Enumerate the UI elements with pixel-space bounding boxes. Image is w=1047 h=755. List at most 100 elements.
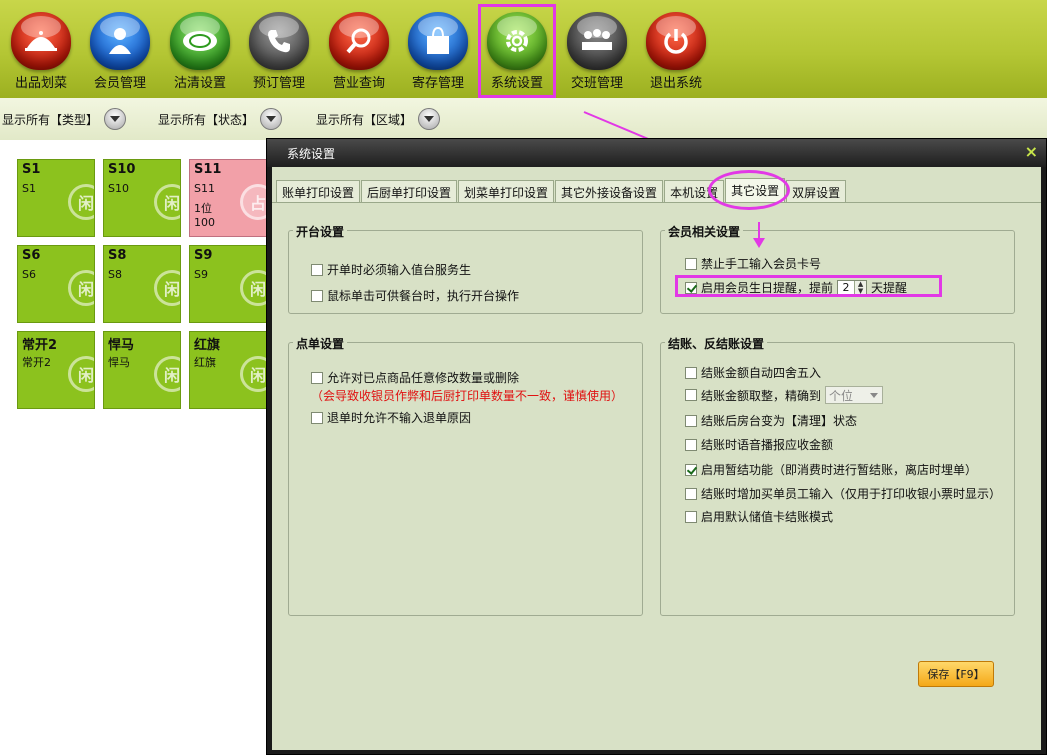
toolbar-storage-button[interactable]: 寄存管理 bbox=[399, 8, 477, 92]
table-status-stamp: 占 bbox=[240, 184, 266, 220]
group-title: 结账、反结账设置 bbox=[665, 335, 768, 352]
table-code: S8 bbox=[108, 268, 122, 281]
option-label: 禁止手工输入会员卡号 bbox=[701, 257, 822, 271]
table-tile[interactable]: 红旗 红旗 闲 bbox=[189, 331, 267, 409]
option-staff-input[interactable]: 结账时增加买单员工输入（仅用于打印收银小票时显示） bbox=[685, 485, 1001, 502]
option-label: 结账后房台变为【清理】状态 bbox=[701, 414, 858, 428]
table-status-stamp: 闲 bbox=[154, 270, 180, 306]
checkbox[interactable] bbox=[685, 414, 697, 427]
checkbox[interactable] bbox=[685, 257, 697, 270]
table-status-stamp: 闲 bbox=[240, 270, 266, 306]
checkbox[interactable] bbox=[311, 263, 323, 276]
chevron-down-icon[interactable] bbox=[418, 108, 441, 130]
table-guest-count: 1位 bbox=[194, 202, 212, 215]
toolbar-shift-button[interactable]: 交班管理 bbox=[558, 8, 636, 92]
filter-bar: 显示所有【类型】 显示所有【状态】 显示所有【区域】 bbox=[0, 98, 1047, 140]
checkbox[interactable] bbox=[311, 411, 323, 424]
option-label: 退单时允许不输入退单原因 bbox=[327, 411, 472, 425]
system-settings-dialog: 系统设置 × 账单打印设置 后厨单打印设置 划菜单打印设置 其它外接设备设置 本… bbox=[266, 138, 1047, 755]
checkbox[interactable] bbox=[311, 289, 323, 302]
tab-bill-print[interactable]: 账单打印设置 bbox=[276, 180, 361, 202]
group-title: 会员相关设置 bbox=[665, 223, 744, 240]
save-button[interactable]: 保存【F9】 bbox=[918, 661, 994, 687]
table-name: S10 bbox=[108, 162, 136, 177]
option-voice-announce[interactable]: 结账时语音播报应收金额 bbox=[685, 436, 833, 453]
tab-kitchen-print[interactable]: 后厨单打印设置 bbox=[361, 180, 458, 202]
tab-external-devices[interactable]: 其它外接设备设置 bbox=[555, 180, 664, 202]
tab-dual-screen[interactable]: 双屏设置 bbox=[786, 180, 847, 202]
option-disable-manual-card[interactable]: 禁止手工输入会员卡号 bbox=[685, 255, 821, 272]
option-label: 结账时语音播报应收金额 bbox=[701, 438, 834, 452]
table-tile[interactable]: S9 S9 闲 bbox=[189, 245, 267, 323]
toolbar-label: 营业查询 bbox=[332, 76, 385, 91]
checkbox[interactable] bbox=[685, 389, 697, 401]
option-require-waiter[interactable]: 开单时必须输入值台服务生 bbox=[311, 261, 471, 278]
checkbox-checked[interactable] bbox=[685, 463, 697, 476]
table-name: 红旗 bbox=[194, 338, 221, 353]
table-name: 悍马 bbox=[108, 338, 135, 353]
filter-status[interactable]: 显示所有【状态】 bbox=[158, 108, 283, 130]
table-code: S6 bbox=[22, 268, 36, 281]
option-suspend-checkout[interactable]: 启用暂结功能（即消费时进行暂结账，离店时埋单） bbox=[685, 461, 977, 478]
settings-tabs: 账单打印设置 后厨单打印设置 划菜单打印设置 其它外接设备设置 本机设置 其它设… bbox=[272, 178, 1041, 203]
table-name: S8 bbox=[108, 248, 127, 263]
filter-type[interactable]: 显示所有【类型】 bbox=[2, 108, 127, 130]
checkbox[interactable] bbox=[311, 371, 323, 384]
table-tile[interactable]: 常开2 常开2 闲 bbox=[17, 331, 95, 409]
toolbar-dish-serving-button[interactable]: 出品划菜 bbox=[2, 8, 80, 92]
filter-area[interactable]: 显示所有【区域】 bbox=[316, 108, 441, 130]
table-tile[interactable]: S1 S1 闲 bbox=[17, 159, 95, 237]
plate-icon bbox=[170, 12, 230, 70]
toolbar-member-button[interactable]: 会员管理 bbox=[81, 8, 159, 92]
option-label: 鼠标单击可供餐台时，执行开台操作 bbox=[327, 289, 520, 303]
table-code: 悍马 bbox=[108, 356, 130, 369]
filter-area-label: 显示所有【区域】 bbox=[316, 112, 413, 127]
option-auto-round[interactable]: 结账金额自动四舍五入 bbox=[685, 364, 821, 381]
toolbar-business-query-button[interactable]: 营业查询 bbox=[320, 8, 398, 92]
precision-select[interactable]: 个位 bbox=[825, 386, 884, 404]
group-title: 开台设置 bbox=[293, 223, 348, 240]
tab-serving-print[interactable]: 划菜单打印设置 bbox=[458, 180, 555, 202]
option-click-open-table[interactable]: 鼠标单击可供餐台时，执行开台操作 bbox=[311, 287, 519, 304]
chevron-down-icon[interactable] bbox=[104, 108, 127, 130]
checkbox[interactable] bbox=[685, 510, 697, 523]
table-tile-occupied[interactable]: S11 S11 1位 100 占 bbox=[189, 159, 267, 237]
toolbar-label: 会员管理 bbox=[93, 76, 146, 91]
dialog-title-bar[interactable]: 系统设置 × bbox=[267, 139, 1046, 167]
toolbar-label: 退出系统 bbox=[649, 76, 702, 91]
table-code: S11 bbox=[194, 182, 215, 195]
filter-type-label: 显示所有【类型】 bbox=[2, 112, 99, 127]
table-tile[interactable]: 悍马 悍马 闲 bbox=[103, 331, 181, 409]
option-clean-state[interactable]: 结账后房台变为【清理】状态 bbox=[685, 412, 857, 429]
option-stored-value-mode[interactable]: 启用默认储值卡结账模式 bbox=[685, 508, 833, 525]
table-code: 常开2 bbox=[22, 356, 51, 369]
table-code: S1 bbox=[22, 182, 36, 195]
table-name: 常开2 bbox=[22, 338, 58, 353]
table-tile[interactable]: S6 S6 闲 bbox=[17, 245, 95, 323]
option-allow-modify-ordered[interactable]: 允许对已点商品任意修改数量或删除 bbox=[311, 369, 519, 386]
member-settings-group: 会员相关设置 禁止手工输入会员卡号 启用会员生日提醒，提前 2 ▲ ▼ 天提醒 bbox=[660, 223, 1015, 314]
toolbar-label: 交班管理 bbox=[570, 76, 623, 91]
checkbox[interactable] bbox=[685, 487, 697, 500]
chevron-down-icon[interactable] bbox=[260, 108, 283, 130]
table-status-stamp: 闲 bbox=[154, 356, 180, 392]
toolbar-exit-button[interactable]: 退出系统 bbox=[637, 8, 715, 92]
table-tile[interactable]: S10 S10 闲 bbox=[103, 159, 181, 237]
table-tile[interactable]: S8 S8 闲 bbox=[103, 245, 181, 323]
toolbar-sellout-button[interactable]: 沽清设置 bbox=[161, 8, 239, 92]
toolbar-reservation-button[interactable]: 预订管理 bbox=[240, 8, 318, 92]
table-status-stamp: 闲 bbox=[68, 184, 94, 220]
table-name: S1 bbox=[22, 162, 41, 177]
close-icon[interactable]: × bbox=[1025, 143, 1038, 161]
checkbox[interactable] bbox=[685, 438, 697, 451]
dialog-title: 系统设置 bbox=[287, 147, 336, 161]
checkbox[interactable] bbox=[685, 366, 697, 379]
table-code: 红旗 bbox=[194, 356, 216, 369]
cloche-icon bbox=[11, 12, 71, 70]
option-no-cancel-reason[interactable]: 退单时允许不输入退单原因 bbox=[311, 409, 471, 426]
power-icon bbox=[646, 12, 706, 70]
meeting-icon bbox=[567, 12, 627, 70]
option-round-precision[interactable]: 结账金额取整，精确到 个位 bbox=[685, 386, 884, 404]
table-name: S6 bbox=[22, 248, 41, 263]
table-status-stamp: 闲 bbox=[68, 270, 94, 306]
